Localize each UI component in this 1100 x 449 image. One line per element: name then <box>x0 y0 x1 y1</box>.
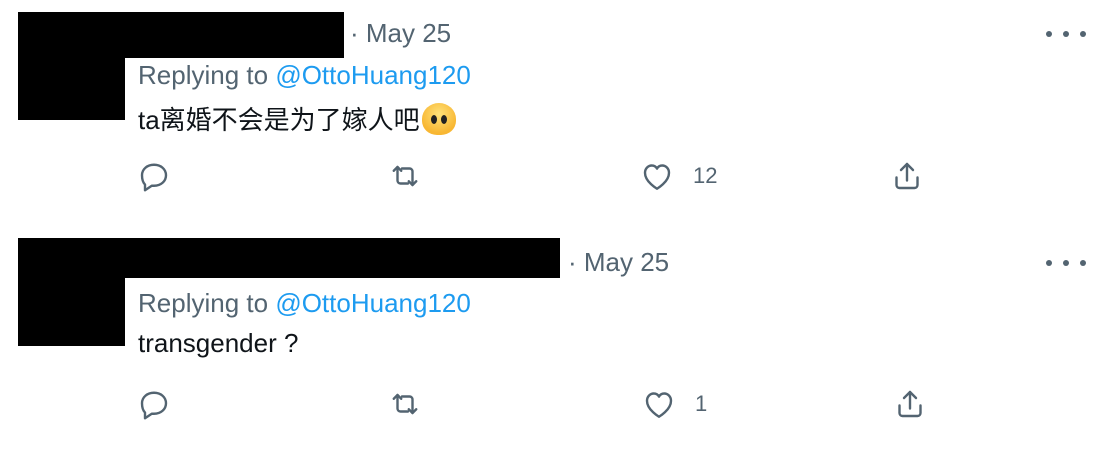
replying-to-prefix: Replying to <box>138 60 269 90</box>
share-button[interactable] <box>892 386 928 422</box>
face-screaming-in-fear-icon <box>421 103 456 135</box>
heart-icon <box>645 392 673 418</box>
reply-button[interactable] <box>136 386 172 422</box>
tweet-date[interactable]: · May 25 <box>350 18 451 49</box>
tweet-text: ta离婚不会是为了嫁人吧 <box>138 100 456 137</box>
replying-to-prefix: Replying to <box>138 288 269 318</box>
more-options-icon[interactable] <box>1046 24 1086 44</box>
more-options-icon[interactable] <box>1046 253 1086 273</box>
share-icon <box>898 390 922 418</box>
share-icon <box>895 162 919 190</box>
replying-to-handle-link[interactable]: @OttoHuang120 <box>275 288 471 318</box>
like-button[interactable]: 12 <box>639 158 717 194</box>
reply-icon <box>140 163 168 192</box>
redacted-username-block <box>18 12 344 58</box>
reply-button[interactable] <box>136 158 172 194</box>
retweet-button[interactable] <box>387 158 423 194</box>
like-button[interactable]: 1 <box>641 386 707 422</box>
tweet-text: transgender ? <box>138 328 298 359</box>
retweet-button[interactable] <box>387 386 423 422</box>
share-button[interactable] <box>889 158 925 194</box>
tweet-date[interactable]: · May 25 <box>568 247 669 278</box>
like-count: 1 <box>695 391 708 416</box>
like-count: 12 <box>693 163 718 188</box>
retweet-icon <box>392 393 418 415</box>
redacted-username-block <box>18 238 560 278</box>
reply-icon <box>140 391 168 420</box>
replying-to: Replying to @OttoHuang120 <box>138 288 471 319</box>
tweet-text-content: transgender ? <box>138 328 299 358</box>
heart-icon <box>643 164 671 190</box>
replying-to: Replying to @OttoHuang120 <box>138 60 471 91</box>
tweet-1[interactable]: · May 25 Replying to @OttoHuang120 ta离婚不… <box>0 0 1100 221</box>
retweet-icon <box>392 165 418 187</box>
replying-to-handle-link[interactable]: @OttoHuang120 <box>275 60 471 90</box>
tweet-2[interactable]: · May 25 Replying to @OttoHuang120 trans… <box>0 228 1100 449</box>
tweet-text-content: ta离婚不会是为了嫁人吧 <box>138 105 420 135</box>
